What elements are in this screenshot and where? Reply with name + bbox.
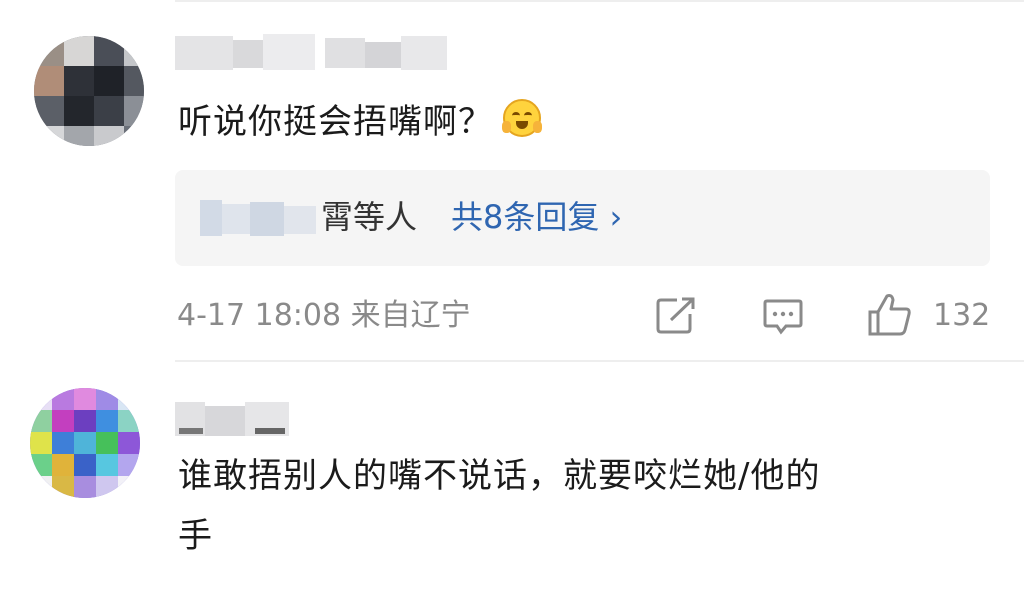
comment-text: 听说你挺会捂嘴啊？ [178,92,542,152]
comment-item: 谁敢捂别人的嘴不说话，就要咬烂她/他的 手 [0,360,1024,598]
like-icon[interactable] [866,292,914,338]
reply-names-blurred [200,200,318,236]
replies-box[interactable]: 霄等人 共8条回复 › [175,170,990,266]
username-blurred[interactable] [175,398,293,444]
avatar[interactable] [30,388,140,498]
comment-meta: 4-17 18:08 来自辽宁 [177,298,471,333]
username-blurred[interactable] [175,30,450,76]
view-replies-link[interactable]: 共8条回复 › [451,194,622,240]
comment-icon[interactable] [762,297,804,337]
avatar[interactable] [34,36,144,146]
reply-names-text: 霄等人 [321,198,418,236]
comment-text-line-1: 谁敢捂别人的嘴不说话，就要咬烂她/他的 [178,456,821,496]
comment-item: 听说你挺会捂嘴啊？ 霄等人 共8条回复 › 4-17 18:08 来自辽宁 13… [0,0,1024,362]
like-count: 132 [933,298,991,333]
face-with-hand-over-mouth-icon [502,99,542,137]
comment-text-line-2: 手 [178,516,213,556]
share-icon[interactable] [655,296,697,336]
